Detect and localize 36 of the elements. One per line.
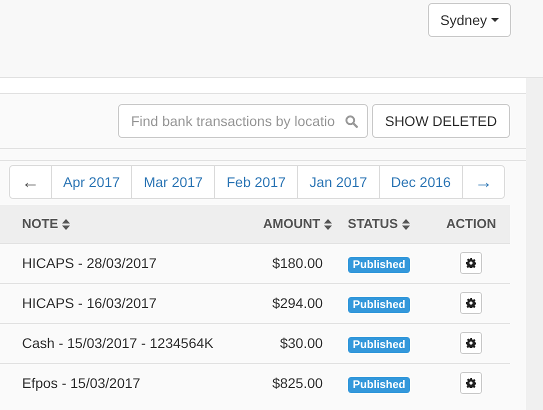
settings-icon [466, 258, 476, 268]
status-label: Published [348, 256, 410, 272]
caret-icon [491, 18, 499, 22]
sort-icon[interactable] [324, 219, 332, 230]
search-icon [344, 115, 358, 128]
location-dropdown[interactable]: Sydney [428, 3, 511, 37]
status-label: Published [348, 376, 410, 393]
month-link[interactable]: Feb 2017 [214, 166, 298, 198]
sort-icon[interactable] [402, 219, 410, 230]
settings-button[interactable] [460, 252, 482, 274]
month-link[interactable]: Apr 2017 [50, 166, 132, 198]
settings-icon [466, 378, 476, 388]
settings-button[interactable] [460, 372, 482, 394]
month-link[interactable]: Mar 2017 [131, 166, 214, 198]
settings-button[interactable] [460, 292, 482, 314]
column-header: ACTION [446, 216, 496, 231]
note-text: Cash - 15/03/2017 - 1234564K [22, 334, 214, 350]
note-text: Efpos - 15/03/2017 [22, 374, 140, 391]
amount-text: $180.00 [272, 254, 323, 270]
month-link[interactable]: Jan 2017 [297, 166, 379, 198]
settings-icon [466, 338, 476, 348]
note-text: HICAPS - 28/03/2017 [22, 254, 157, 270]
amount-text: $825.00 [272, 374, 323, 391]
sort-icon[interactable] [62, 219, 70, 230]
show-deleted-button[interactable]: SHOW DELETED [372, 104, 510, 138]
settings-button[interactable] [460, 332, 482, 354]
amount-text: $294.00 [272, 294, 323, 310]
next-link[interactable]: → [462, 166, 504, 198]
search-field[interactable]: Find bank transactions by locatio [118, 104, 368, 138]
status-label: Published [348, 336, 410, 352]
amount-text: $30.00 [280, 334, 323, 350]
column-header[interactable]: NOTE [22, 216, 58, 231]
status-label: Published [348, 296, 410, 312]
settings-icon [466, 298, 476, 308]
month-link[interactable]: Dec 2016 [378, 166, 462, 198]
note-text: HICAPS - 16/03/2017 [22, 294, 157, 310]
